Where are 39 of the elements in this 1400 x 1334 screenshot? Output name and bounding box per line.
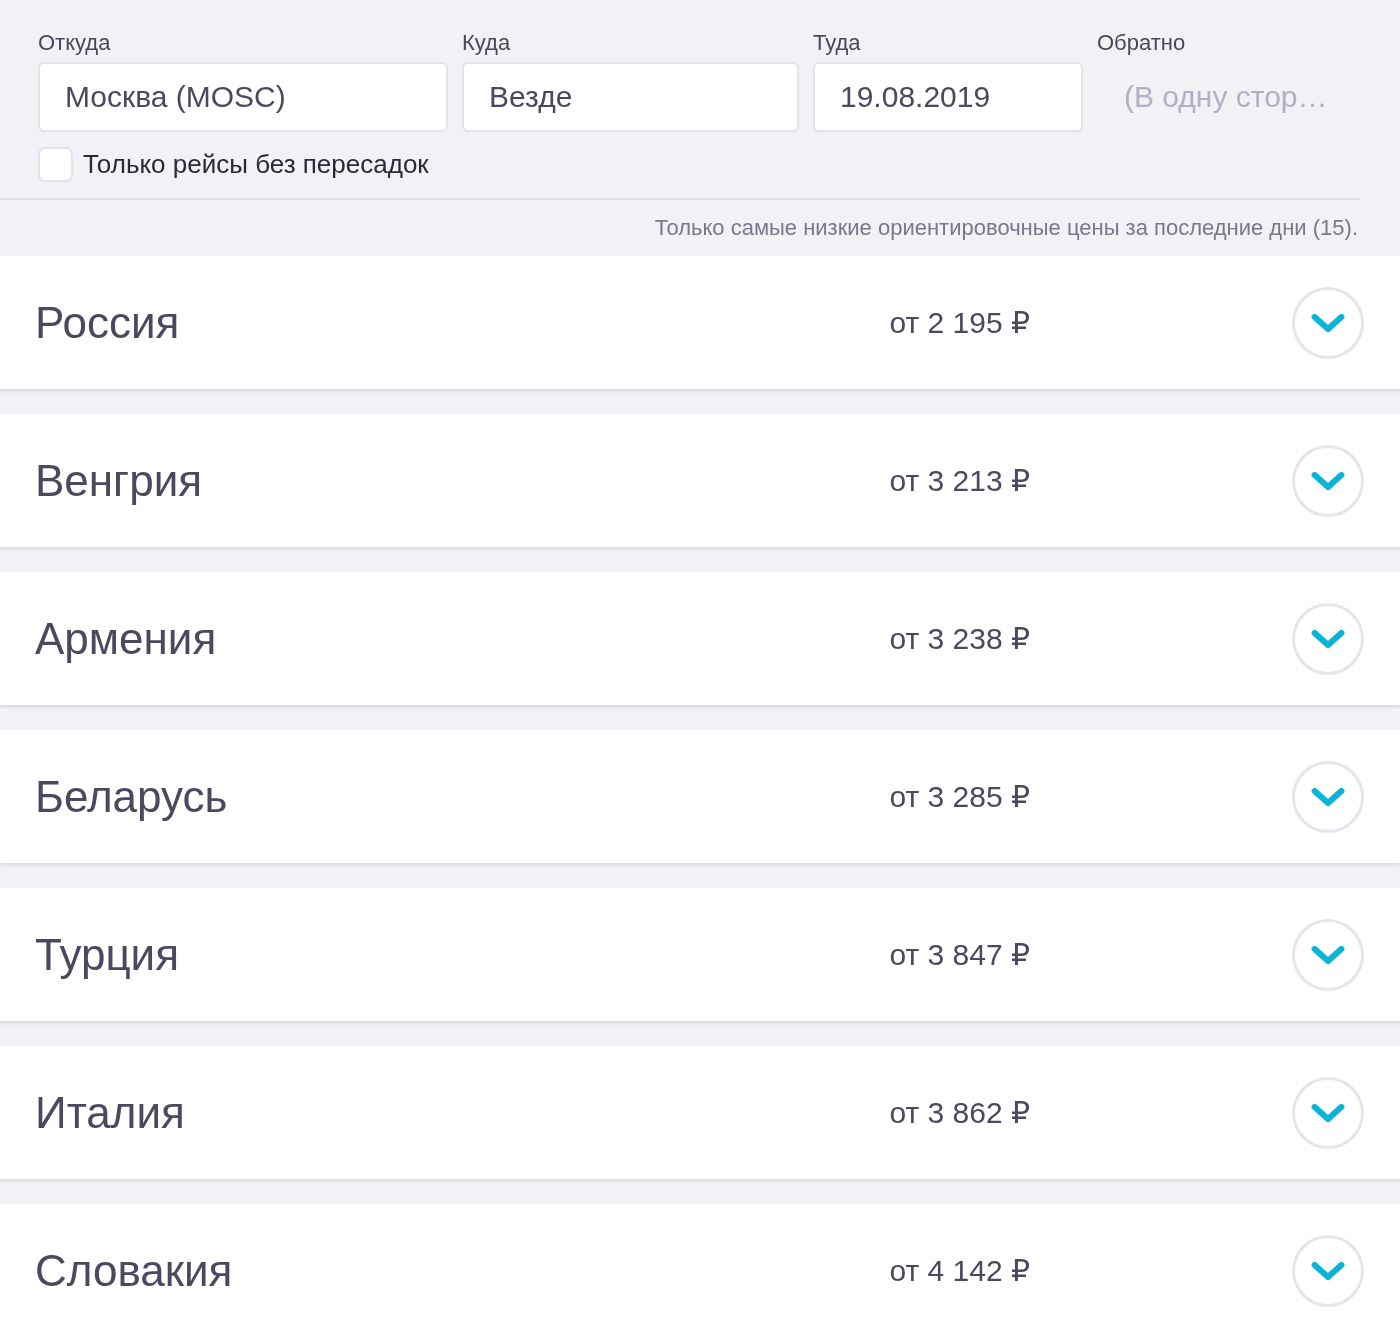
country-name: Турция bbox=[35, 929, 180, 980]
destination-card[interactable]: Словакия от 4 142 ₽ bbox=[0, 1204, 1400, 1334]
destination-card[interactable]: Италия от 3 862 ₽ bbox=[0, 1046, 1400, 1179]
chevron-down-icon bbox=[1311, 1259, 1345, 1282]
destination-card[interactable]: Турция от 3 847 ₽ bbox=[0, 888, 1400, 1021]
departure-date-field[interactable]: 19.08.2019 bbox=[813, 62, 1083, 132]
chevron-down-icon bbox=[1311, 311, 1345, 334]
destination-card[interactable]: Россия от 2 195 ₽ bbox=[0, 256, 1400, 389]
country-name: Россия bbox=[35, 297, 181, 348]
destination-field[interactable]: Везде bbox=[462, 62, 799, 132]
price-label: от 3 847 ₽ bbox=[889, 937, 1030, 972]
checkbox-label: Только рейсы без пересадок bbox=[83, 148, 429, 180]
country-name: Армения bbox=[35, 613, 218, 664]
chevron-down-icon bbox=[1311, 469, 1345, 492]
price-label: от 3 862 ₽ bbox=[889, 1095, 1030, 1130]
price-label: от 3 285 ₽ bbox=[889, 779, 1030, 814]
chevron-down-icon bbox=[1311, 943, 1345, 966]
destination-card[interactable]: Армения от 3 238 ₽ bbox=[0, 572, 1400, 705]
price-label: от 3 238 ₽ bbox=[889, 621, 1030, 656]
price-label: от 2 195 ₽ bbox=[889, 305, 1030, 340]
origin-field[interactable]: Москва (MOSC) bbox=[38, 62, 448, 132]
chevron-down-icon bbox=[1311, 627, 1345, 650]
chevron-down-icon bbox=[1311, 785, 1345, 808]
field-label: Откуда bbox=[38, 30, 111, 56]
destination-card[interactable]: Венгрия от 3 213 ₽ bbox=[0, 414, 1400, 547]
country-name: Венгрия bbox=[35, 455, 204, 506]
price-label: от 4 142 ₽ bbox=[889, 1253, 1030, 1288]
country-name: Италия bbox=[35, 1087, 186, 1138]
field-label: Туда bbox=[813, 30, 861, 56]
field-label: Куда bbox=[462, 30, 511, 56]
checkbox[interactable] bbox=[38, 146, 73, 182]
country-name: Словакия bbox=[35, 1245, 234, 1296]
price-label: от 3 213 ₽ bbox=[889, 463, 1030, 498]
return-date-field[interactable]: (В одну стор… bbox=[1097, 62, 1400, 132]
field-label: Обратно bbox=[1097, 30, 1186, 56]
country-name: Беларусь bbox=[35, 771, 229, 822]
chevron-down-icon bbox=[1311, 1101, 1345, 1124]
destination-card[interactable]: Беларусь от 3 285 ₽ bbox=[0, 730, 1400, 863]
price-note: Только самые низкие ориентировочные цены за последние дни (15). bbox=[654, 215, 1358, 241]
